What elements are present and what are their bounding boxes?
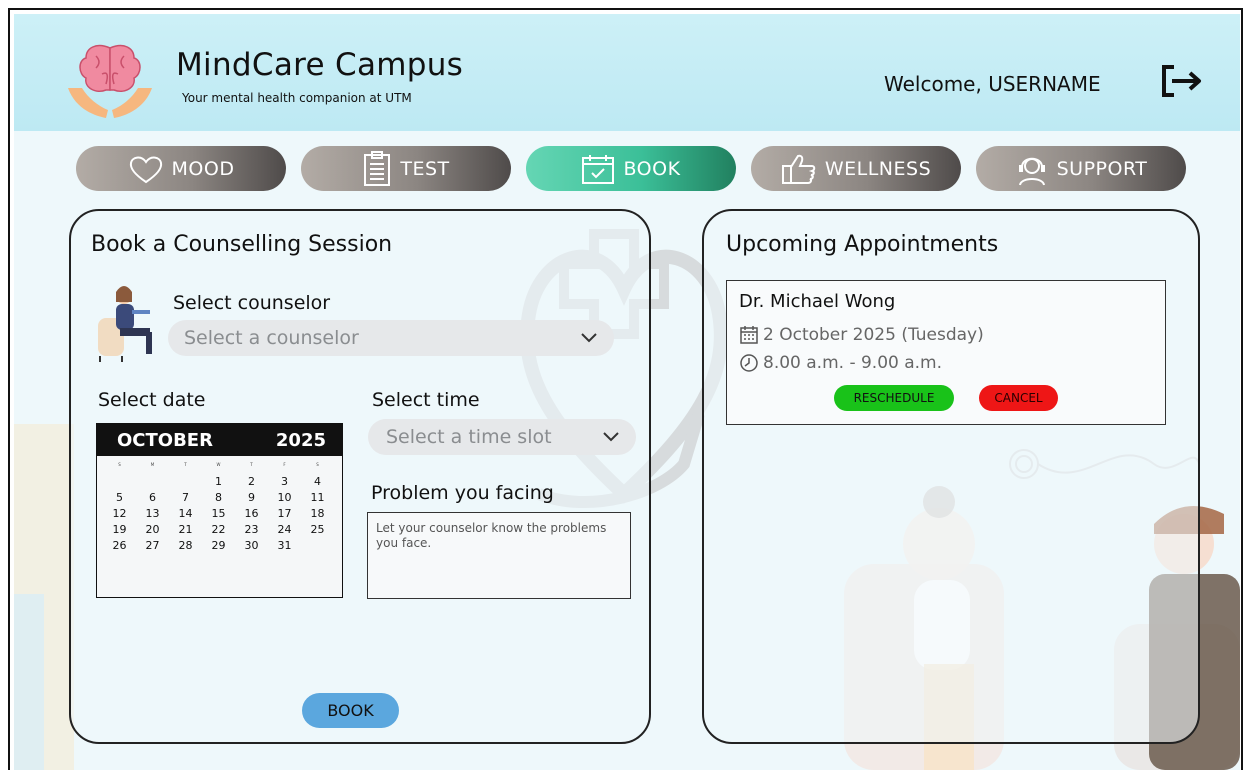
calendar-day[interactable]: 16 — [235, 507, 268, 521]
calendar-day[interactable]: 28 — [169, 539, 202, 553]
nav-mood-label: MOOD — [171, 157, 235, 180]
clipboard-icon — [364, 150, 391, 186]
calendar-day[interactable]: 13 — [136, 507, 169, 521]
chevron-down-icon — [603, 432, 619, 442]
app-subtitle: Your mental health companion at UTM — [182, 91, 412, 105]
calendar-day-empty — [301, 539, 334, 553]
problem-label: Problem you facing — [371, 482, 554, 504]
calendar-day[interactable]: 27 — [136, 539, 169, 553]
calendar-day[interactable]: 31 — [268, 539, 301, 553]
book-button[interactable]: BOOK — [302, 693, 399, 728]
calendar-day[interactable]: 5 — [103, 491, 136, 505]
appointments-title: Upcoming Appointments — [726, 232, 999, 257]
appointment-date-row: 2 October 2025 (Tuesday) — [739, 325, 984, 345]
calendar-icon — [740, 326, 758, 344]
time-label: Select time — [372, 389, 480, 411]
calendar-weekday: T — [184, 462, 187, 467]
nav-wellness[interactable]: WELLNESS — [751, 146, 961, 191]
calendar-days: 1 2 3 4 5 6 7 8 9 10 11 12 13 14 15 16 17 18 19 20 21 22 23 24 2… — [97, 467, 342, 553]
time-select-value: Select a time slot — [386, 426, 552, 448]
calendar-year: 2025 — [275, 429, 326, 451]
app-header: MindCare Campus Your mental health compa… — [14, 14, 1240, 131]
reschedule-button[interactable]: RESCHEDULE — [834, 385, 954, 411]
app-title: MindCare Campus — [176, 47, 464, 83]
headset-icon — [1018, 157, 1045, 185]
calendar-check-icon — [582, 154, 615, 184]
calendar-weekday: F — [283, 462, 286, 467]
calendar-weekday: S — [118, 462, 121, 467]
calendar-weekday: W — [216, 462, 221, 467]
calendar-day[interactable]: 14 — [169, 507, 202, 521]
calendar-day[interactable]: 23 — [235, 523, 268, 537]
appointment-time: 8.00 a.m. - 9.00 a.m. — [763, 353, 943, 373]
calendar-day[interactable]: 2 — [235, 475, 268, 489]
appointment-card: Dr. Michael Wong 2 October 2025 (Tuesday… — [726, 280, 1166, 425]
calendar-day[interactable]: 30 — [235, 539, 268, 553]
nav-book-label: BOOK — [623, 157, 681, 180]
brain-hands-logo-icon — [68, 44, 152, 118]
thumbs-up-icon — [781, 154, 816, 184]
app-page: MindCare Campus Your mental health compa… — [14, 14, 1240, 770]
calendar-day[interactable]: 10 — [268, 491, 301, 505]
calendar-month: OCTOBER — [117, 429, 213, 451]
calendar-day[interactable]: 21 — [169, 523, 202, 537]
appointment-counselor: Dr. Michael Wong — [739, 291, 896, 312]
calendar-day[interactable]: 8 — [202, 491, 235, 505]
nav-book[interactable]: BOOK — [526, 146, 736, 191]
welcome-text: Welcome, USERNAME — [884, 72, 1101, 96]
calendar-day[interactable]: 9 — [235, 491, 268, 505]
counselor-select[interactable]: Select a counselor — [168, 320, 614, 356]
nav-test[interactable]: TEST — [301, 146, 511, 191]
calendar-day[interactable]: 7 — [169, 491, 202, 505]
calendar-day[interactable]: 17 — [268, 507, 301, 521]
date-calendar: OCTOBER 2025 SMTWTFS 1 2 3 4 5 6 7 8 9 10 11 12 13 14… — [96, 423, 343, 598]
calendar-day[interactable]: 1 — [202, 475, 235, 489]
calendar-day[interactable]: 15 — [202, 507, 235, 521]
heart-icon — [129, 156, 162, 183]
calendar-day[interactable]: 6 — [136, 491, 169, 505]
calendar-day[interactable]: 3 — [268, 475, 301, 489]
calendar-header: OCTOBER 2025 — [97, 424, 342, 456]
calendar-weekday: S — [316, 462, 319, 467]
appointment-time-row: 8.00 a.m. - 9.00 a.m. — [739, 353, 942, 373]
appointment-date: 2 October 2025 (Tuesday) — [763, 325, 984, 345]
nav-wellness-label: WELLNESS — [824, 157, 932, 180]
calendar-day[interactable]: 4 — [301, 475, 334, 489]
nav-support-label: SUPPORT — [1056, 157, 1148, 180]
calendar-day[interactable]: 25 — [301, 523, 334, 537]
nav-mood[interactable]: MOOD — [76, 146, 286, 191]
calendar-weekday: T — [250, 462, 253, 467]
nav-support[interactable]: SUPPORT — [976, 146, 1186, 191]
clock-icon — [740, 354, 758, 372]
calendar-day[interactable]: 22 — [202, 523, 235, 537]
calendar-day[interactable]: 29 — [202, 539, 235, 553]
booking-title: Book a Counselling Session — [91, 232, 393, 257]
cancel-button[interactable]: CANCEL — [979, 385, 1058, 411]
calendar-day[interactable]: 11 — [301, 491, 334, 505]
calendar-day[interactable]: 19 — [103, 523, 136, 537]
logout-icon[interactable] — [1158, 64, 1206, 98]
time-select[interactable]: Select a time slot — [368, 419, 636, 455]
calendar-day[interactable]: 24 — [268, 523, 301, 537]
date-label: Select date — [98, 389, 206, 411]
chevron-down-icon — [581, 333, 597, 343]
calendar-day[interactable]: 26 — [103, 539, 136, 553]
calendar-weekdays: SMTWTFS — [97, 456, 342, 467]
calendar-weekday: M — [150, 462, 155, 467]
nav-test-label: TEST — [400, 157, 450, 180]
calendar-day-empty — [136, 475, 169, 489]
calendar-day[interactable]: 18 — [301, 507, 334, 521]
calendar-day-empty — [169, 475, 202, 489]
counselor-label: Select counselor — [173, 292, 331, 314]
calendar-day[interactable]: 20 — [136, 523, 169, 537]
calendar-day[interactable]: 12 — [103, 507, 136, 521]
counselor-select-value: Select a counselor — [184, 327, 359, 349]
problem-textarea[interactable]: Let your counselor know the problems you… — [367, 512, 631, 599]
calendar-day-empty — [103, 475, 136, 489]
